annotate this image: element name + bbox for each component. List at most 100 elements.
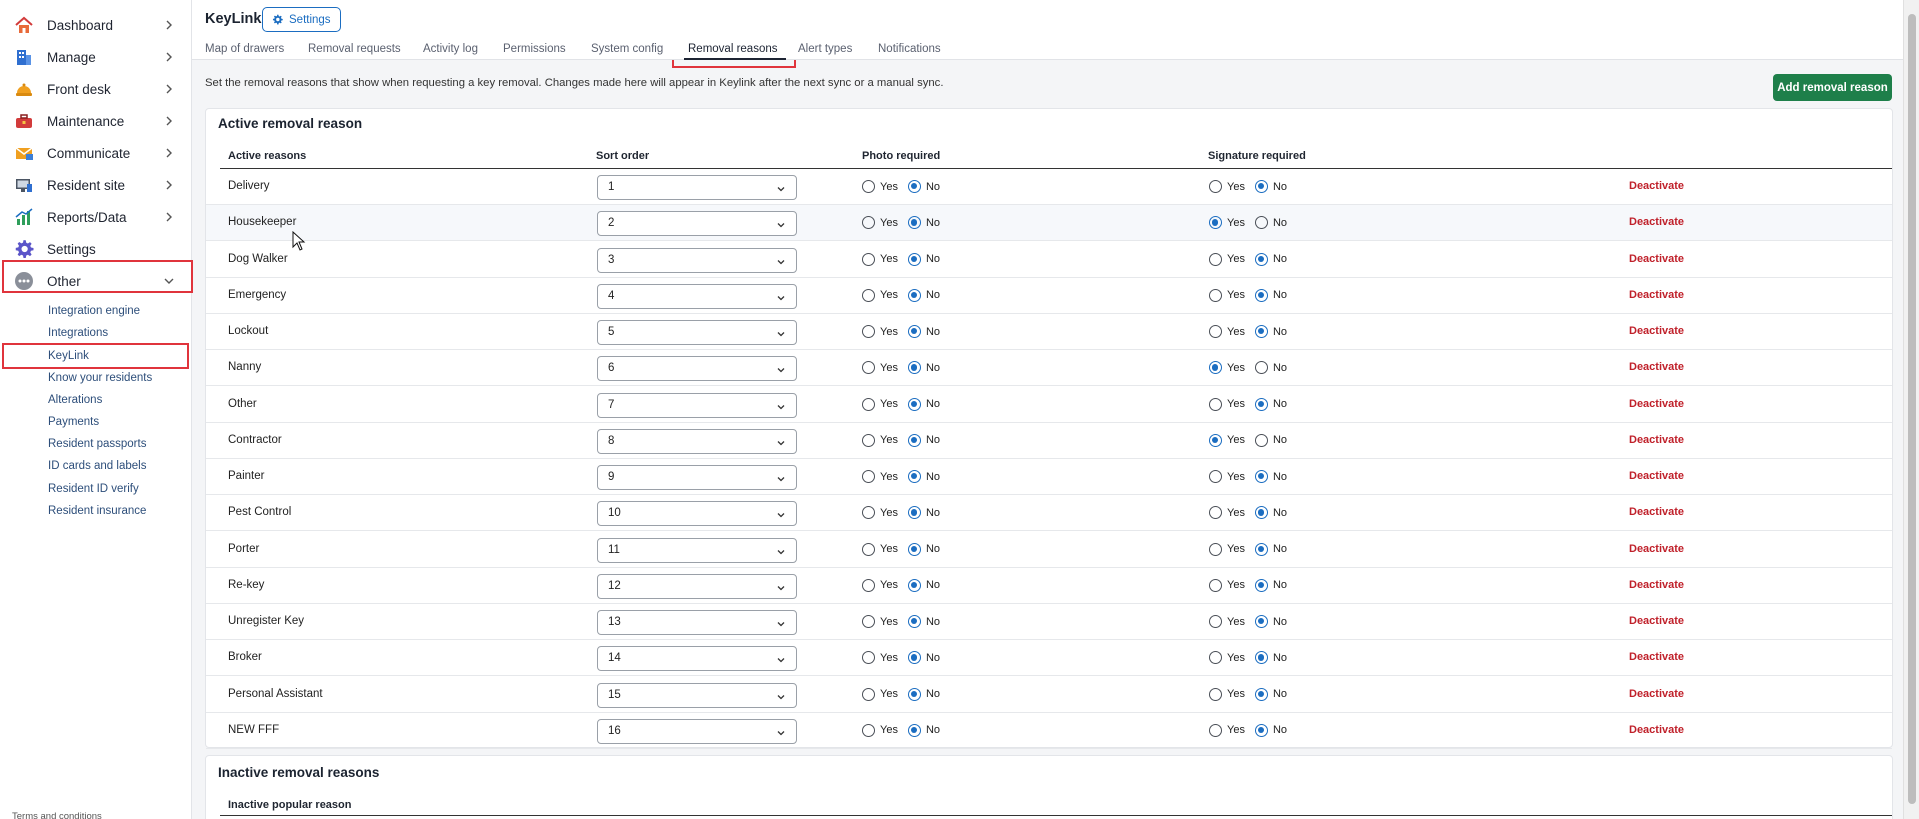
photo-required-yes-radio[interactable]: Yes <box>862 542 898 556</box>
deactivate-link[interactable]: Deactivate <box>1629 579 1684 591</box>
deactivate-link[interactable]: Deactivate <box>1629 543 1684 555</box>
radio-circle[interactable] <box>907 216 921 230</box>
sort-order-select[interactable]: 6 <box>597 356 797 382</box>
signature-required-no-radio[interactable]: No <box>1254 288 1287 302</box>
photo-required-yes-radio[interactable]: Yes <box>862 470 898 483</box>
sort-order-select[interactable]: 3 <box>597 247 797 273</box>
photo-required-no-radio[interactable]: No <box>907 651 940 665</box>
sidebar-subitem-payments[interactable]: Payments <box>48 416 99 428</box>
radio-circle[interactable] <box>907 651 921 665</box>
sort-order-select[interactable]: 14 <box>597 646 797 672</box>
signature-required-yes-radio[interactable]: Yes <box>1209 433 1245 447</box>
signature-required-no-radio[interactable]: No <box>1254 470 1287 483</box>
deactivate-link[interactable]: Deactivate <box>1629 253 1684 265</box>
signature-required-no-radio[interactable]: No <box>1254 542 1287 556</box>
radio-circle[interactable] <box>1254 470 1268 483</box>
page-scrollbar[interactable] <box>1903 0 1919 819</box>
scrollbar-thumb[interactable] <box>1908 14 1916 804</box>
photo-required-yes-radio[interactable]: Yes <box>862 615 898 628</box>
photo-required-no-radio[interactable]: No <box>907 506 940 520</box>
sidebar-subitem-know-your-residents[interactable]: Know your residents <box>48 372 152 384</box>
photo-required-no-radio[interactable]: No <box>907 615 940 628</box>
sort-order-select[interactable]: 9 <box>597 465 797 490</box>
radio-circle[interactable] <box>1254 325 1268 338</box>
radio-circle[interactable] <box>1209 325 1222 338</box>
radio-circle[interactable] <box>1209 615 1222 628</box>
deactivate-link[interactable]: Deactivate <box>1629 688 1684 700</box>
radio-circle[interactable] <box>907 687 921 701</box>
deactivate-link[interactable]: Deactivate <box>1629 470 1684 482</box>
radio-circle[interactable] <box>907 470 921 483</box>
photo-required-no-radio[interactable]: No <box>907 578 940 592</box>
signature-required-no-radio[interactable]: No <box>1254 687 1287 701</box>
radio-circle[interactable] <box>862 180 875 193</box>
radio-circle[interactable] <box>907 578 921 592</box>
photo-required-no-radio[interactable]: No <box>907 216 940 230</box>
signature-required-no-radio[interactable]: No <box>1254 252 1287 266</box>
radio-circle[interactable] <box>862 723 875 737</box>
signature-required-no-radio[interactable]: No <box>1254 578 1287 592</box>
radio-circle[interactable] <box>907 615 921 628</box>
deactivate-link[interactable]: Deactivate <box>1629 325 1684 337</box>
radio-circle[interactable] <box>862 288 875 302</box>
radio-circle[interactable] <box>862 506 875 520</box>
sidebar-subitem-id-cards-and-labels[interactable]: ID cards and labels <box>48 460 146 472</box>
radio-circle[interactable] <box>1209 506 1222 520</box>
radio-circle[interactable] <box>1209 651 1222 665</box>
signature-required-yes-radio[interactable]: Yes <box>1209 542 1245 556</box>
photo-required-no-radio[interactable]: No <box>907 325 940 338</box>
sidebar-item-dashboard[interactable]: Dashboard <box>0 9 190 41</box>
signature-required-yes-radio[interactable]: Yes <box>1209 325 1245 338</box>
tab-notifications[interactable]: Notifications <box>878 43 941 55</box>
sidebar-item-reports-data[interactable]: Reports/Data <box>0 201 190 233</box>
signature-required-no-radio[interactable]: No <box>1254 433 1287 447</box>
sidebar-subitem-alterations[interactable]: Alterations <box>48 394 102 406</box>
photo-required-no-radio[interactable]: No <box>907 397 940 411</box>
signature-required-yes-radio[interactable]: Yes <box>1209 506 1245 520</box>
sidebar-subitem-integrations[interactable]: Integrations <box>48 327 108 339</box>
sidebar-item-resident-site[interactable]: Resident site <box>0 169 190 201</box>
sort-order-select[interactable]: 15 <box>597 682 797 708</box>
radio-circle[interactable] <box>1254 252 1268 266</box>
sidebar-item-front-desk[interactable]: Front desk <box>0 73 190 105</box>
radio-circle[interactable] <box>862 252 875 266</box>
settings-button[interactable]: Settings <box>262 7 341 32</box>
signature-required-yes-radio[interactable]: Yes <box>1209 687 1245 701</box>
sort-order-select[interactable]: 11 <box>597 537 797 563</box>
radio-circle[interactable] <box>907 542 921 556</box>
radio-circle[interactable] <box>862 542 875 556</box>
radio-circle[interactable] <box>1254 615 1268 628</box>
radio-circle[interactable] <box>862 615 875 628</box>
tab-map-of-drawers[interactable]: Map of drawers <box>205 43 284 55</box>
radio-circle[interactable] <box>1254 578 1268 592</box>
radio-circle[interactable] <box>862 397 875 411</box>
radio-circle[interactable] <box>1209 252 1222 266</box>
radio-circle[interactable] <box>1254 723 1268 737</box>
sort-order-select[interactable]: 8 <box>597 428 797 454</box>
photo-required-no-radio[interactable]: No <box>907 433 940 447</box>
sidebar-subitem-keylink[interactable]: KeyLink <box>48 350 89 362</box>
sort-order-select[interactable]: 10 <box>597 501 797 527</box>
photo-required-yes-radio[interactable]: Yes <box>862 578 898 592</box>
radio-circle[interactable] <box>862 578 875 592</box>
sort-order-select[interactable]: 5 <box>597 320 797 345</box>
photo-required-no-radio[interactable]: No <box>907 687 940 701</box>
deactivate-link[interactable]: Deactivate <box>1629 724 1684 736</box>
photo-required-no-radio[interactable]: No <box>907 542 940 556</box>
radio-circle[interactable] <box>1209 578 1222 592</box>
photo-required-yes-radio[interactable]: Yes <box>862 216 898 230</box>
add-removal-reason-button[interactable]: Add removal reason <box>1773 74 1892 101</box>
signature-required-no-radio[interactable]: No <box>1254 361 1287 375</box>
radio-circle[interactable] <box>907 180 921 193</box>
deactivate-link[interactable]: Deactivate <box>1629 434 1684 446</box>
sidebar-item-manage[interactable]: Manage <box>0 41 190 73</box>
sidebar-subitem-resident-insurance[interactable]: Resident insurance <box>48 505 146 517</box>
radio-circle[interactable] <box>1209 433 1222 447</box>
radio-circle[interactable] <box>907 397 921 411</box>
signature-required-no-radio[interactable]: No <box>1254 216 1287 230</box>
signature-required-yes-radio[interactable]: Yes <box>1209 216 1245 230</box>
radio-circle[interactable] <box>1209 687 1222 701</box>
deactivate-link[interactable]: Deactivate <box>1629 398 1684 410</box>
deactivate-link[interactable]: Deactivate <box>1629 615 1684 627</box>
deactivate-link[interactable]: Deactivate <box>1629 216 1684 228</box>
